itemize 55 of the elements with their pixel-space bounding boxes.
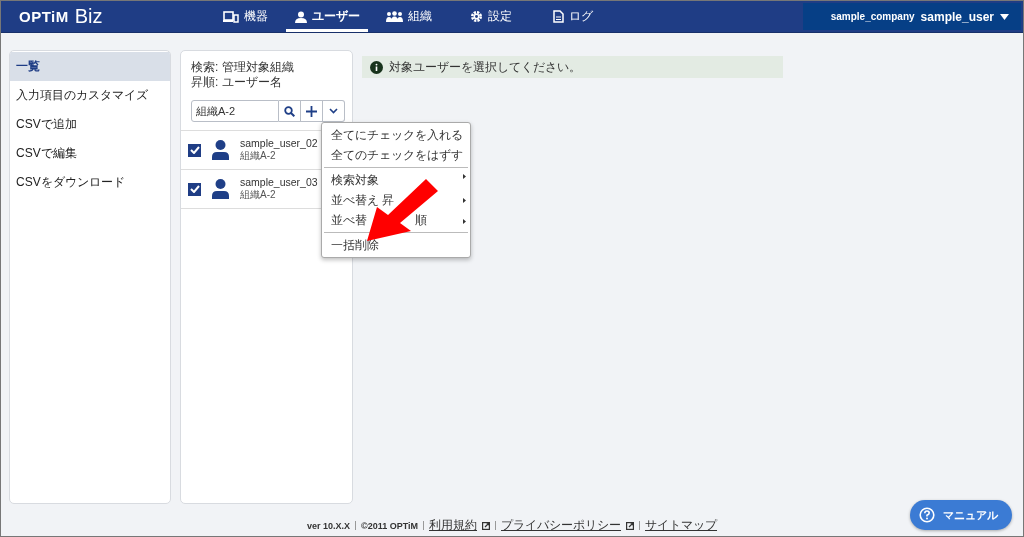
sidebar-item[interactable]: 入力項目のカスタマイズ bbox=[10, 81, 170, 110]
search-field[interactable]: 組織A-2 bbox=[191, 100, 279, 122]
user-organization: 組織A-2 bbox=[240, 188, 277, 202]
logo-text: OPTiM bbox=[19, 8, 69, 25]
add-button[interactable] bbox=[301, 100, 323, 122]
sidebar-item[interactable]: CSVで編集 bbox=[10, 139, 170, 168]
menu-item[interactable]: 並べ替え 昇 bbox=[322, 190, 470, 211]
nav-tab[interactable]: 組織 bbox=[368, 1, 450, 32]
info-icon bbox=[370, 60, 383, 74]
sidebar-item[interactable]: CSVをダウンロード bbox=[10, 168, 170, 197]
sort-condition-text: 昇順: ユーザー名 bbox=[191, 75, 283, 90]
manual-button[interactable]: マニュアル bbox=[910, 500, 1012, 530]
footer-text: ver 10.X.X bbox=[307, 520, 350, 531]
caret-icon bbox=[1000, 13, 1009, 20]
chevron-down-icon bbox=[329, 108, 338, 114]
checkbox[interactable] bbox=[188, 182, 201, 196]
nav-tab[interactable]: 設定 bbox=[450, 1, 532, 32]
document-icon bbox=[553, 10, 564, 23]
plus-icon bbox=[306, 105, 317, 117]
submenu-arrow-icon bbox=[463, 198, 466, 203]
submenu-arrow-icon bbox=[463, 174, 466, 179]
external-link-icon[interactable] bbox=[482, 521, 490, 530]
menu-item[interactable]: 全てにチェックを入れる bbox=[322, 125, 470, 146]
group-icon bbox=[386, 11, 403, 22]
user-icon bbox=[294, 10, 307, 23]
user-avatar-icon bbox=[212, 179, 229, 199]
footer-link[interactable]: 利用規約 bbox=[429, 517, 477, 534]
footer-link[interactable]: プライバシーポリシー bbox=[501, 517, 621, 534]
account-menu[interactable]: sample_company sample_user bbox=[803, 3, 1021, 30]
info-message: 対象ユーザーを選択してください。 bbox=[389, 58, 581, 76]
search-condition-text: 検索: 管理対象組織 bbox=[191, 60, 295, 75]
nav-tab[interactable]: 機器 bbox=[204, 1, 286, 32]
checkbox[interactable] bbox=[188, 143, 201, 157]
footer-link[interactable]: サイトマップ bbox=[645, 517, 717, 534]
search-icon bbox=[284, 105, 295, 117]
search-button[interactable] bbox=[279, 100, 301, 122]
user-organization: 組織A-2 bbox=[240, 149, 277, 163]
settings-icon bbox=[470, 10, 483, 23]
user-name[interactable]: sample_user_03 bbox=[240, 176, 318, 188]
menu-item[interactable]: 検索対象 bbox=[322, 166, 470, 190]
device-icon bbox=[222, 10, 239, 23]
user-name[interactable]: sample_user_02 bbox=[240, 137, 318, 149]
nav-tab[interactable]: ログ bbox=[532, 1, 614, 32]
external-link-icon[interactable] bbox=[626, 521, 634, 530]
nav-tab[interactable]: ユーザー bbox=[286, 1, 368, 32]
user-avatar-icon bbox=[212, 140, 229, 160]
sidebar-item[interactable]: CSVで追加 bbox=[10, 110, 170, 139]
submenu-arrow-icon bbox=[463, 218, 466, 224]
help-icon bbox=[919, 507, 935, 523]
sidebar-item[interactable]: 一覧 bbox=[10, 52, 170, 81]
menu-item[interactable]: 並べ替 順 bbox=[322, 210, 470, 231]
logo-subtitle: Biz bbox=[74, 5, 103, 28]
menu-item[interactable]: 全てのチェックをはずす bbox=[322, 145, 470, 166]
dropdown-button[interactable] bbox=[323, 100, 345, 122]
footer-text: ©2011 OPTiM bbox=[361, 520, 418, 531]
